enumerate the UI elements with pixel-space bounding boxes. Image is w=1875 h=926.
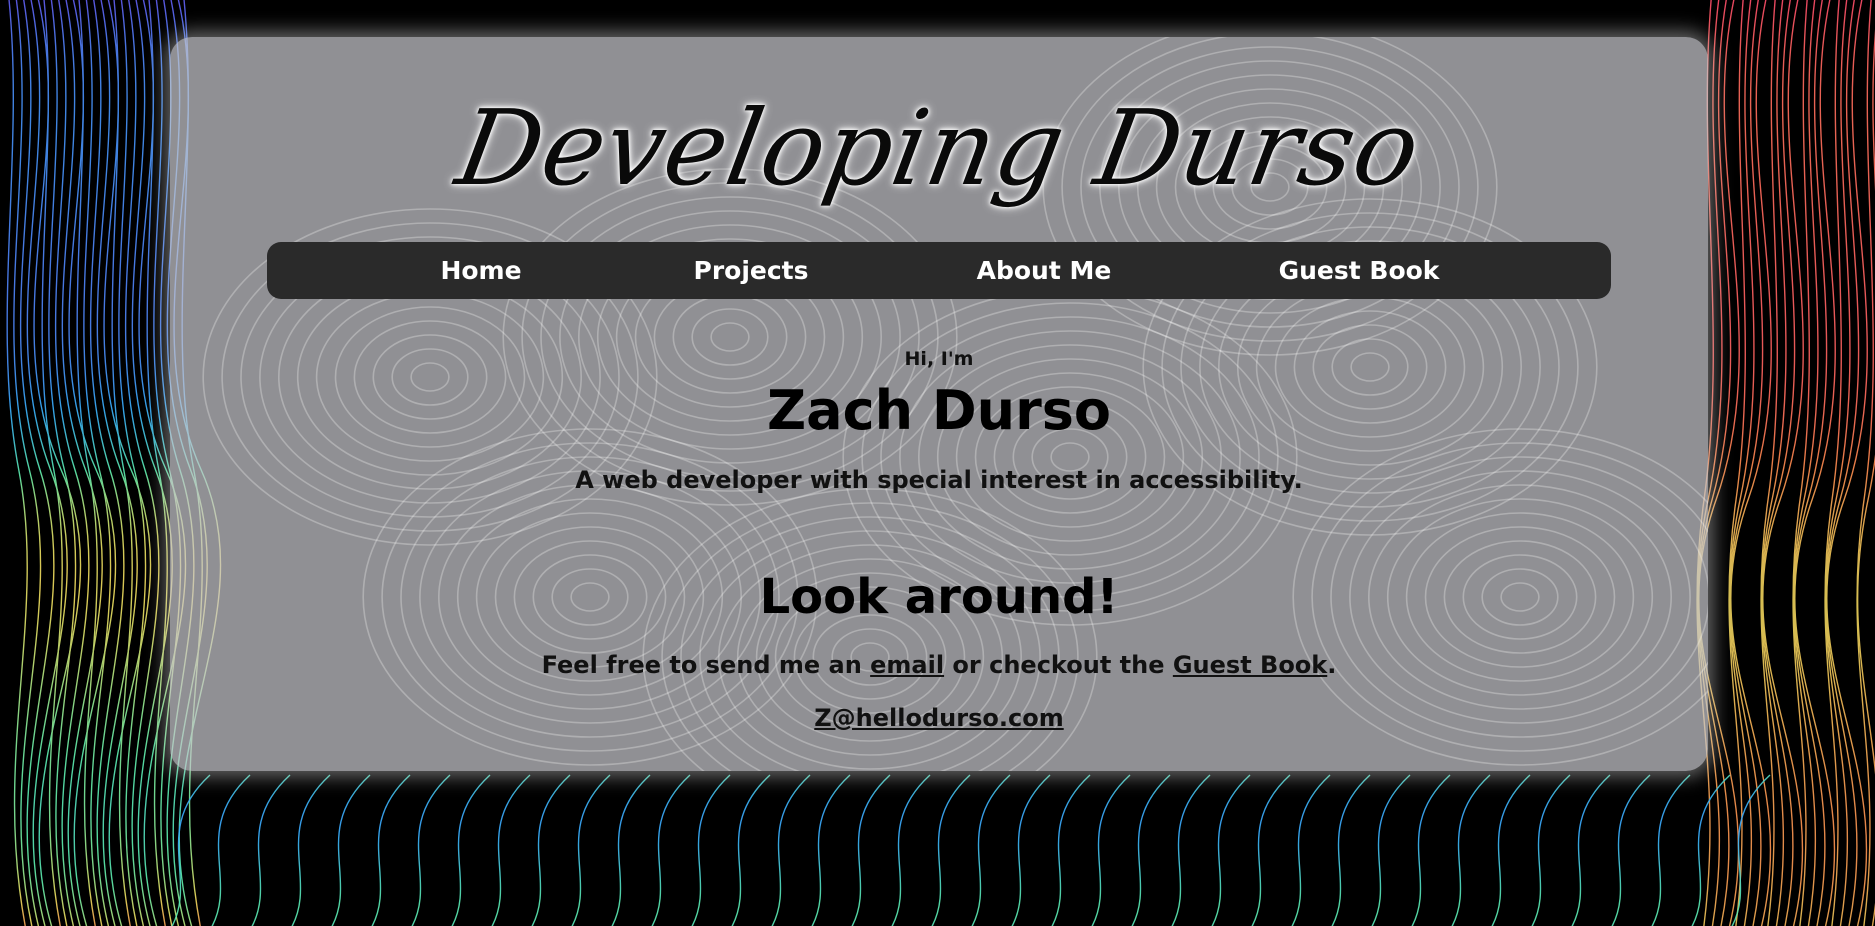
look-around-heading: Look around! bbox=[759, 569, 1119, 625]
person-name-heading: Zach Durso bbox=[767, 379, 1111, 442]
nav-home[interactable]: Home bbox=[440, 242, 521, 299]
greeting-text: Hi, I'm bbox=[904, 348, 974, 370]
nav-about-me[interactable]: About Me bbox=[977, 242, 1112, 299]
contact-text-after: . bbox=[1327, 651, 1337, 679]
email-link[interactable]: email bbox=[870, 651, 944, 679]
guest-book-link[interactable]: Guest Book bbox=[1173, 651, 1327, 679]
email-address-link[interactable]: Z@hellodurso.com bbox=[814, 704, 1063, 732]
contact-text-before: Feel free to send me an bbox=[541, 651, 871, 679]
tagline-text: A web developer with special interest in… bbox=[575, 466, 1303, 494]
email-address: Z@hellodurso.com bbox=[170, 704, 1708, 732]
main-nav: Home Projects About Me Guest Book bbox=[267, 242, 1611, 299]
contact-text-middle: or checkout the bbox=[944, 651, 1173, 679]
content-card: Developing Durso Home Projects About Me … bbox=[170, 37, 1708, 771]
contact-sentence: Feel free to send me an email or checkou… bbox=[170, 651, 1708, 679]
nav-guest-book[interactable]: Guest Book bbox=[1279, 242, 1440, 299]
nav-projects[interactable]: Projects bbox=[693, 242, 808, 299]
site-logo[interactable]: Developing Durso bbox=[170, 83, 1708, 213]
